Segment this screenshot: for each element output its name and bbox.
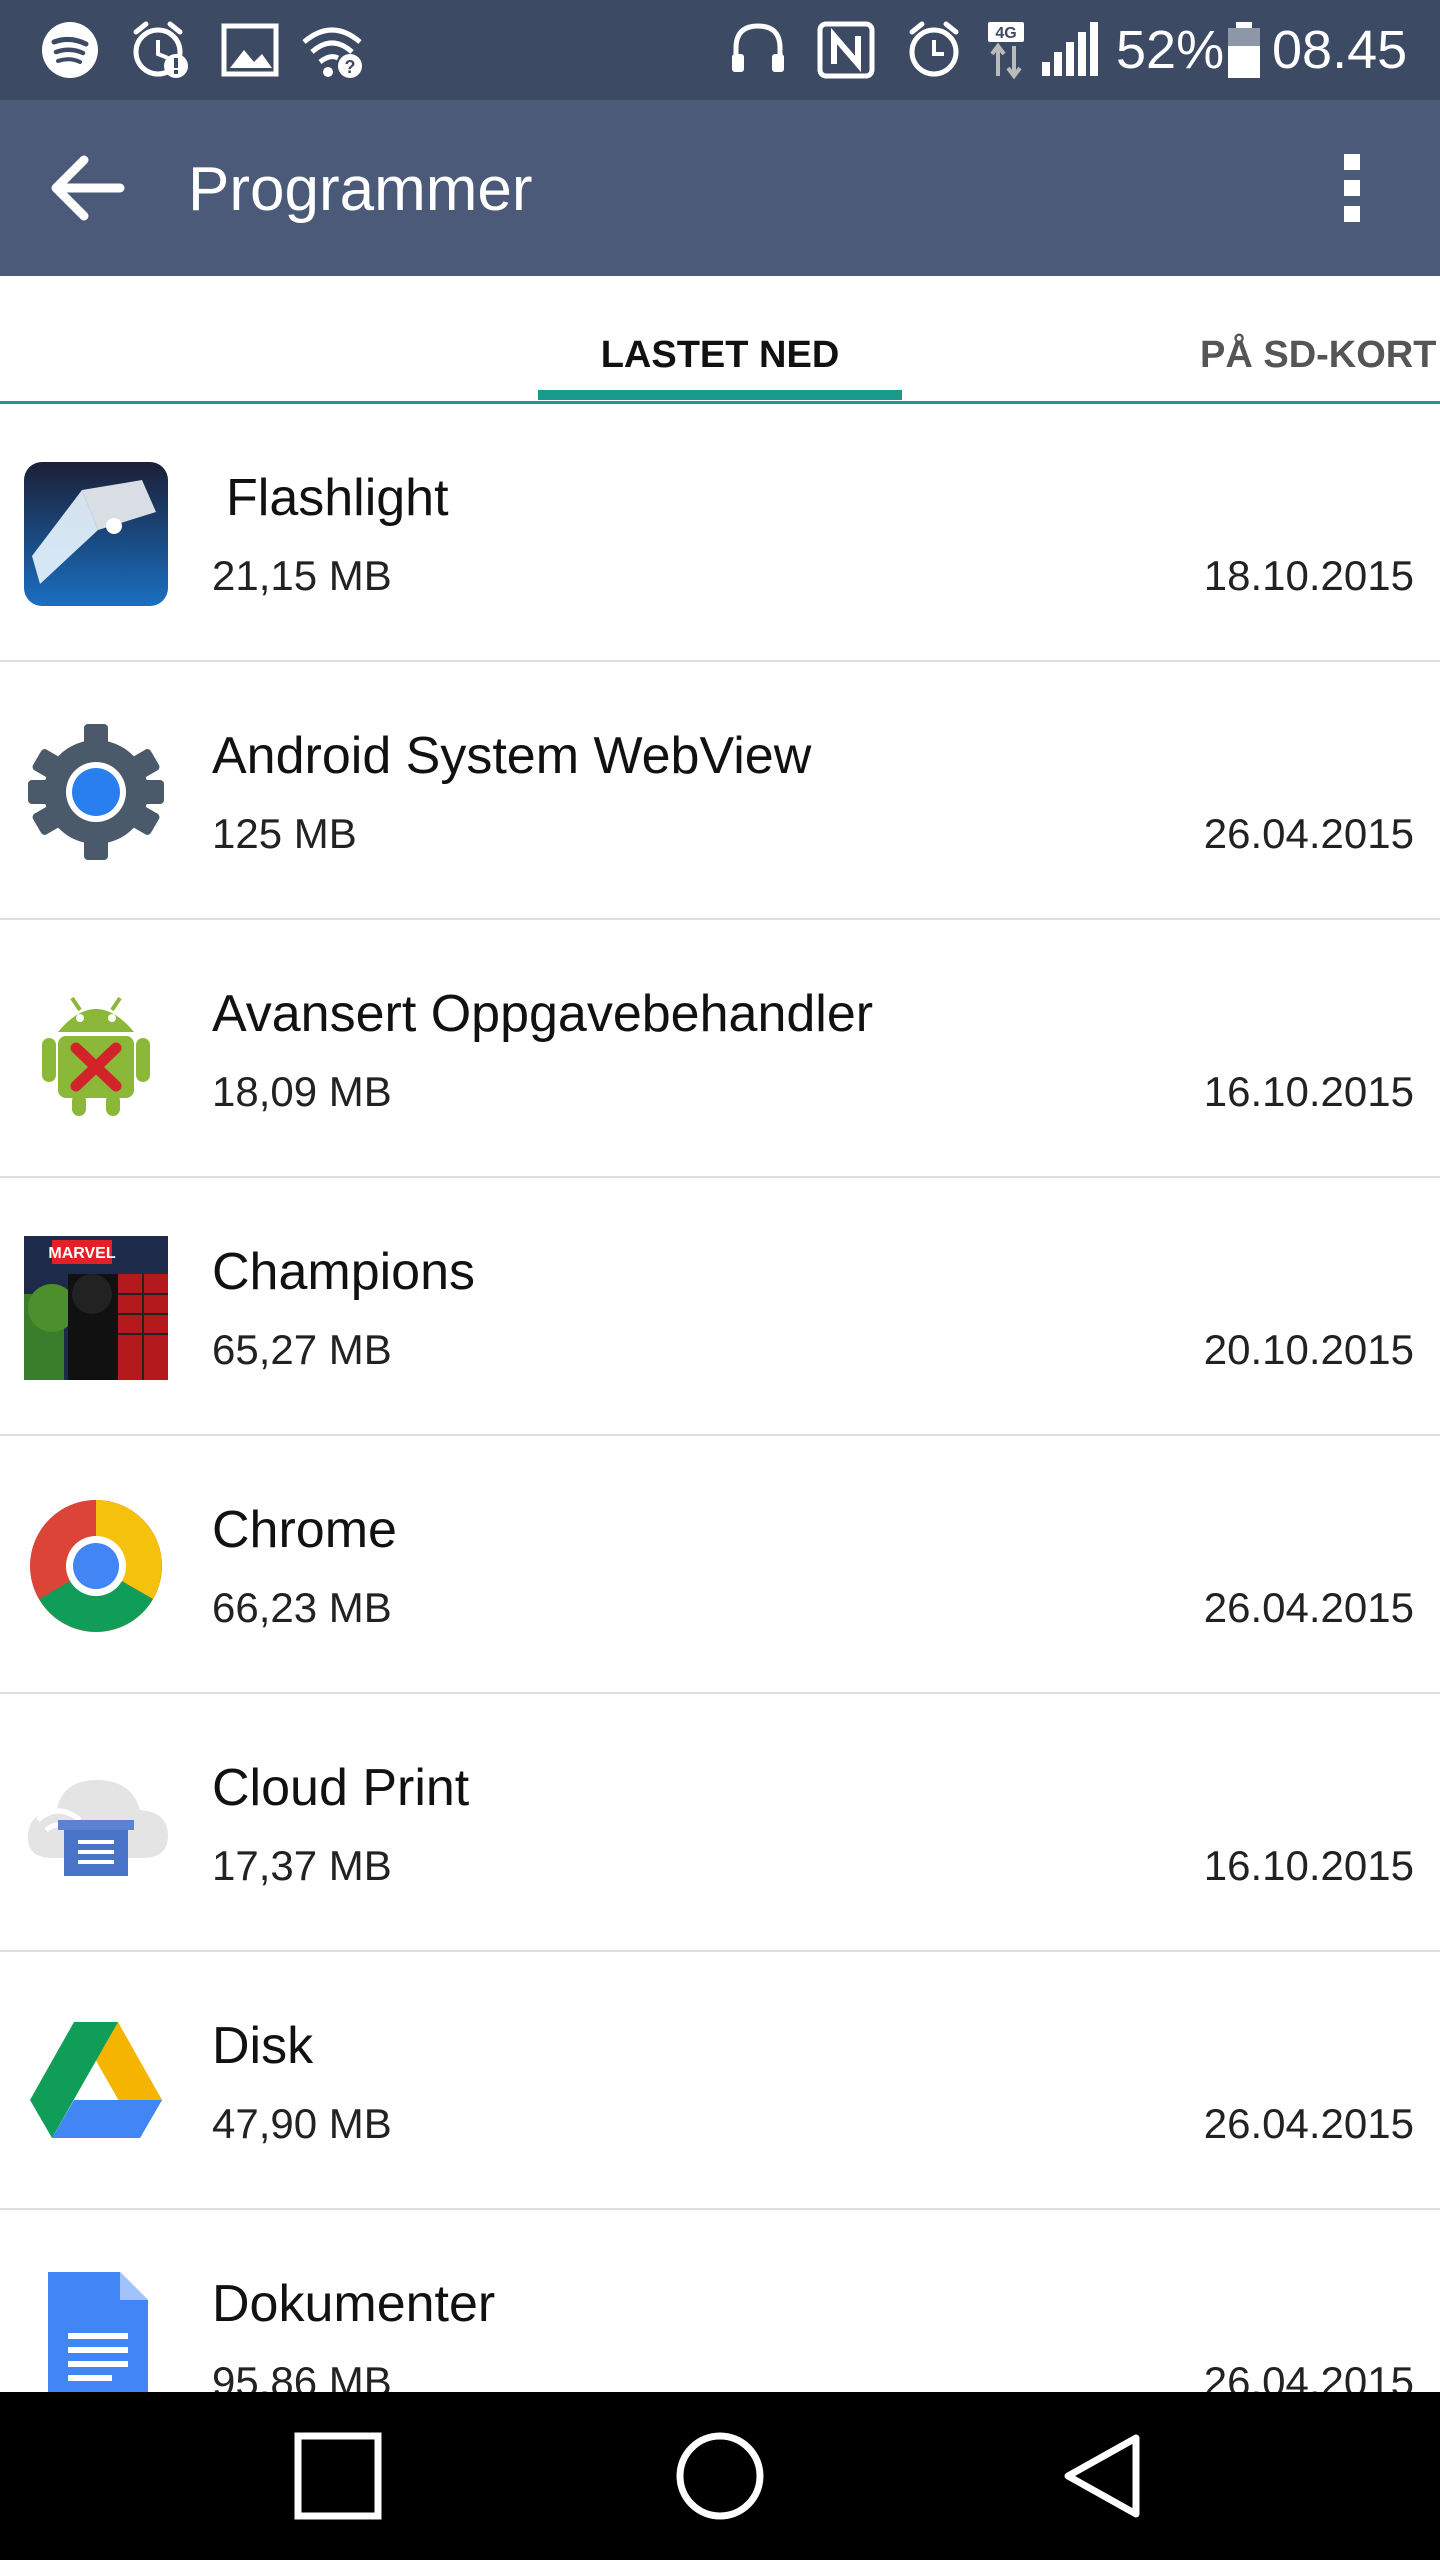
clock: 08.45 (1272, 20, 1408, 80)
app-name: Disk (212, 2017, 314, 2075)
active-tab-indicator (538, 390, 902, 400)
list-item[interactable]: Android System WebView 125 MB 26.04.2015 (0, 662, 1440, 920)
app-name: Champions (212, 1243, 476, 1301)
app-name: Chrome (212, 1501, 397, 1559)
page-title: Programmer (188, 155, 533, 224)
app-date: 16.10.2015 (1203, 1842, 1414, 1889)
app-name: Android System WebView (212, 727, 812, 785)
app-date: 26.04.2015 (1203, 2100, 1414, 2147)
spotify-icon (42, 22, 98, 78)
app-date: 18.10.2015 (1203, 552, 1414, 599)
tab-bar: LASTET NED PÅ SD-KORT (0, 276, 1440, 404)
app-date: 26.04.2015 (1203, 810, 1414, 857)
alarm-alert-icon (133, 21, 188, 78)
image-icon (221, 23, 279, 77)
chrome-icon (30, 1500, 162, 1632)
app-date: 20.10.2015 (1203, 1326, 1414, 1373)
alarm-clock-icon (909, 21, 959, 77)
battery-percent: 52% (1116, 20, 1225, 80)
android-task-killer-icon (42, 996, 150, 1116)
app-size: 95,86 MB (212, 2358, 392, 2392)
list-item[interactable]: Flashlight 21,15 MB 18.10.2015 (0, 404, 1440, 662)
tab-downloaded[interactable]: LASTET NED (538, 276, 902, 400)
google-drive-icon (30, 2022, 162, 2138)
app-size: 65,27 MB (212, 1326, 392, 1373)
app-name: Flashlight (226, 469, 449, 527)
app-bar: Programmer (0, 100, 1440, 276)
list-item[interactable]: MARVEL Champions 65,27 MB 20.10.2015 (0, 1178, 1440, 1436)
app-name: Cloud Print (212, 1759, 470, 1817)
status-bar: ? 4G 52% 08.45 (0, 0, 1440, 100)
app-list: Flashlight 21,15 MB 18.10.2015 Android S… (0, 404, 1440, 2392)
back-triangle-icon[interactable] (1052, 2426, 1152, 2526)
app-size: 21,15 MB (212, 552, 392, 599)
wifi-question-icon: ? (302, 27, 362, 78)
list-item[interactable]: Dokumenter 95,86 MB 26.04.2015 (0, 2210, 1440, 2392)
list-item[interactable]: Cloud Print 17,37 MB 16.10.2015 (0, 1694, 1440, 1952)
network-type-label: 4G (995, 25, 1016, 42)
flashlight-icon (24, 462, 168, 606)
app-size: 125 MB (212, 810, 357, 857)
tab-sd-card[interactable]: PÅ SD-KORT (1200, 276, 1440, 400)
app-size: 47,90 MB (212, 2100, 392, 2147)
app-date: 26.04.2015 (1203, 2358, 1414, 2392)
home-circle-icon[interactable] (670, 2426, 770, 2526)
google-docs-icon (48, 2272, 148, 2392)
app-size: 66,23 MB (212, 1584, 392, 1631)
headset-icon (732, 23, 784, 72)
arrow-back-icon[interactable] (40, 140, 136, 236)
webview-gear-icon (28, 724, 164, 860)
marvel-champions-icon: MARVEL (24, 1236, 168, 1380)
app-date: 26.04.2015 (1203, 1584, 1414, 1631)
list-item[interactable]: Avansert Oppgavebehandler 18,09 MB 16.10… (0, 920, 1440, 1178)
cloud-print-icon (27, 1780, 168, 1876)
list-item[interactable]: Chrome 66,23 MB 26.04.2015 (0, 1436, 1440, 1694)
signal-icon (1042, 22, 1098, 76)
app-date: 16.10.2015 (1203, 1068, 1414, 1115)
app-size: 17,37 MB (212, 1842, 392, 1889)
svg-text:MARVEL: MARVEL (48, 1245, 115, 1262)
nfc-icon (817, 21, 875, 79)
overflow-menu-icon[interactable] (1320, 140, 1384, 236)
app-name: Dokumenter (212, 2275, 496, 2333)
svg-text:?: ? (345, 57, 356, 77)
recents-square-icon[interactable] (288, 2426, 388, 2526)
app-size: 18,09 MB (212, 1068, 392, 1115)
app-name: Avansert Oppgavebehandler (212, 985, 874, 1043)
battery-icon (1228, 22, 1260, 78)
list-item[interactable]: Disk 47,90 MB 26.04.2015 (0, 1952, 1440, 2210)
navigation-bar (0, 2392, 1440, 2560)
